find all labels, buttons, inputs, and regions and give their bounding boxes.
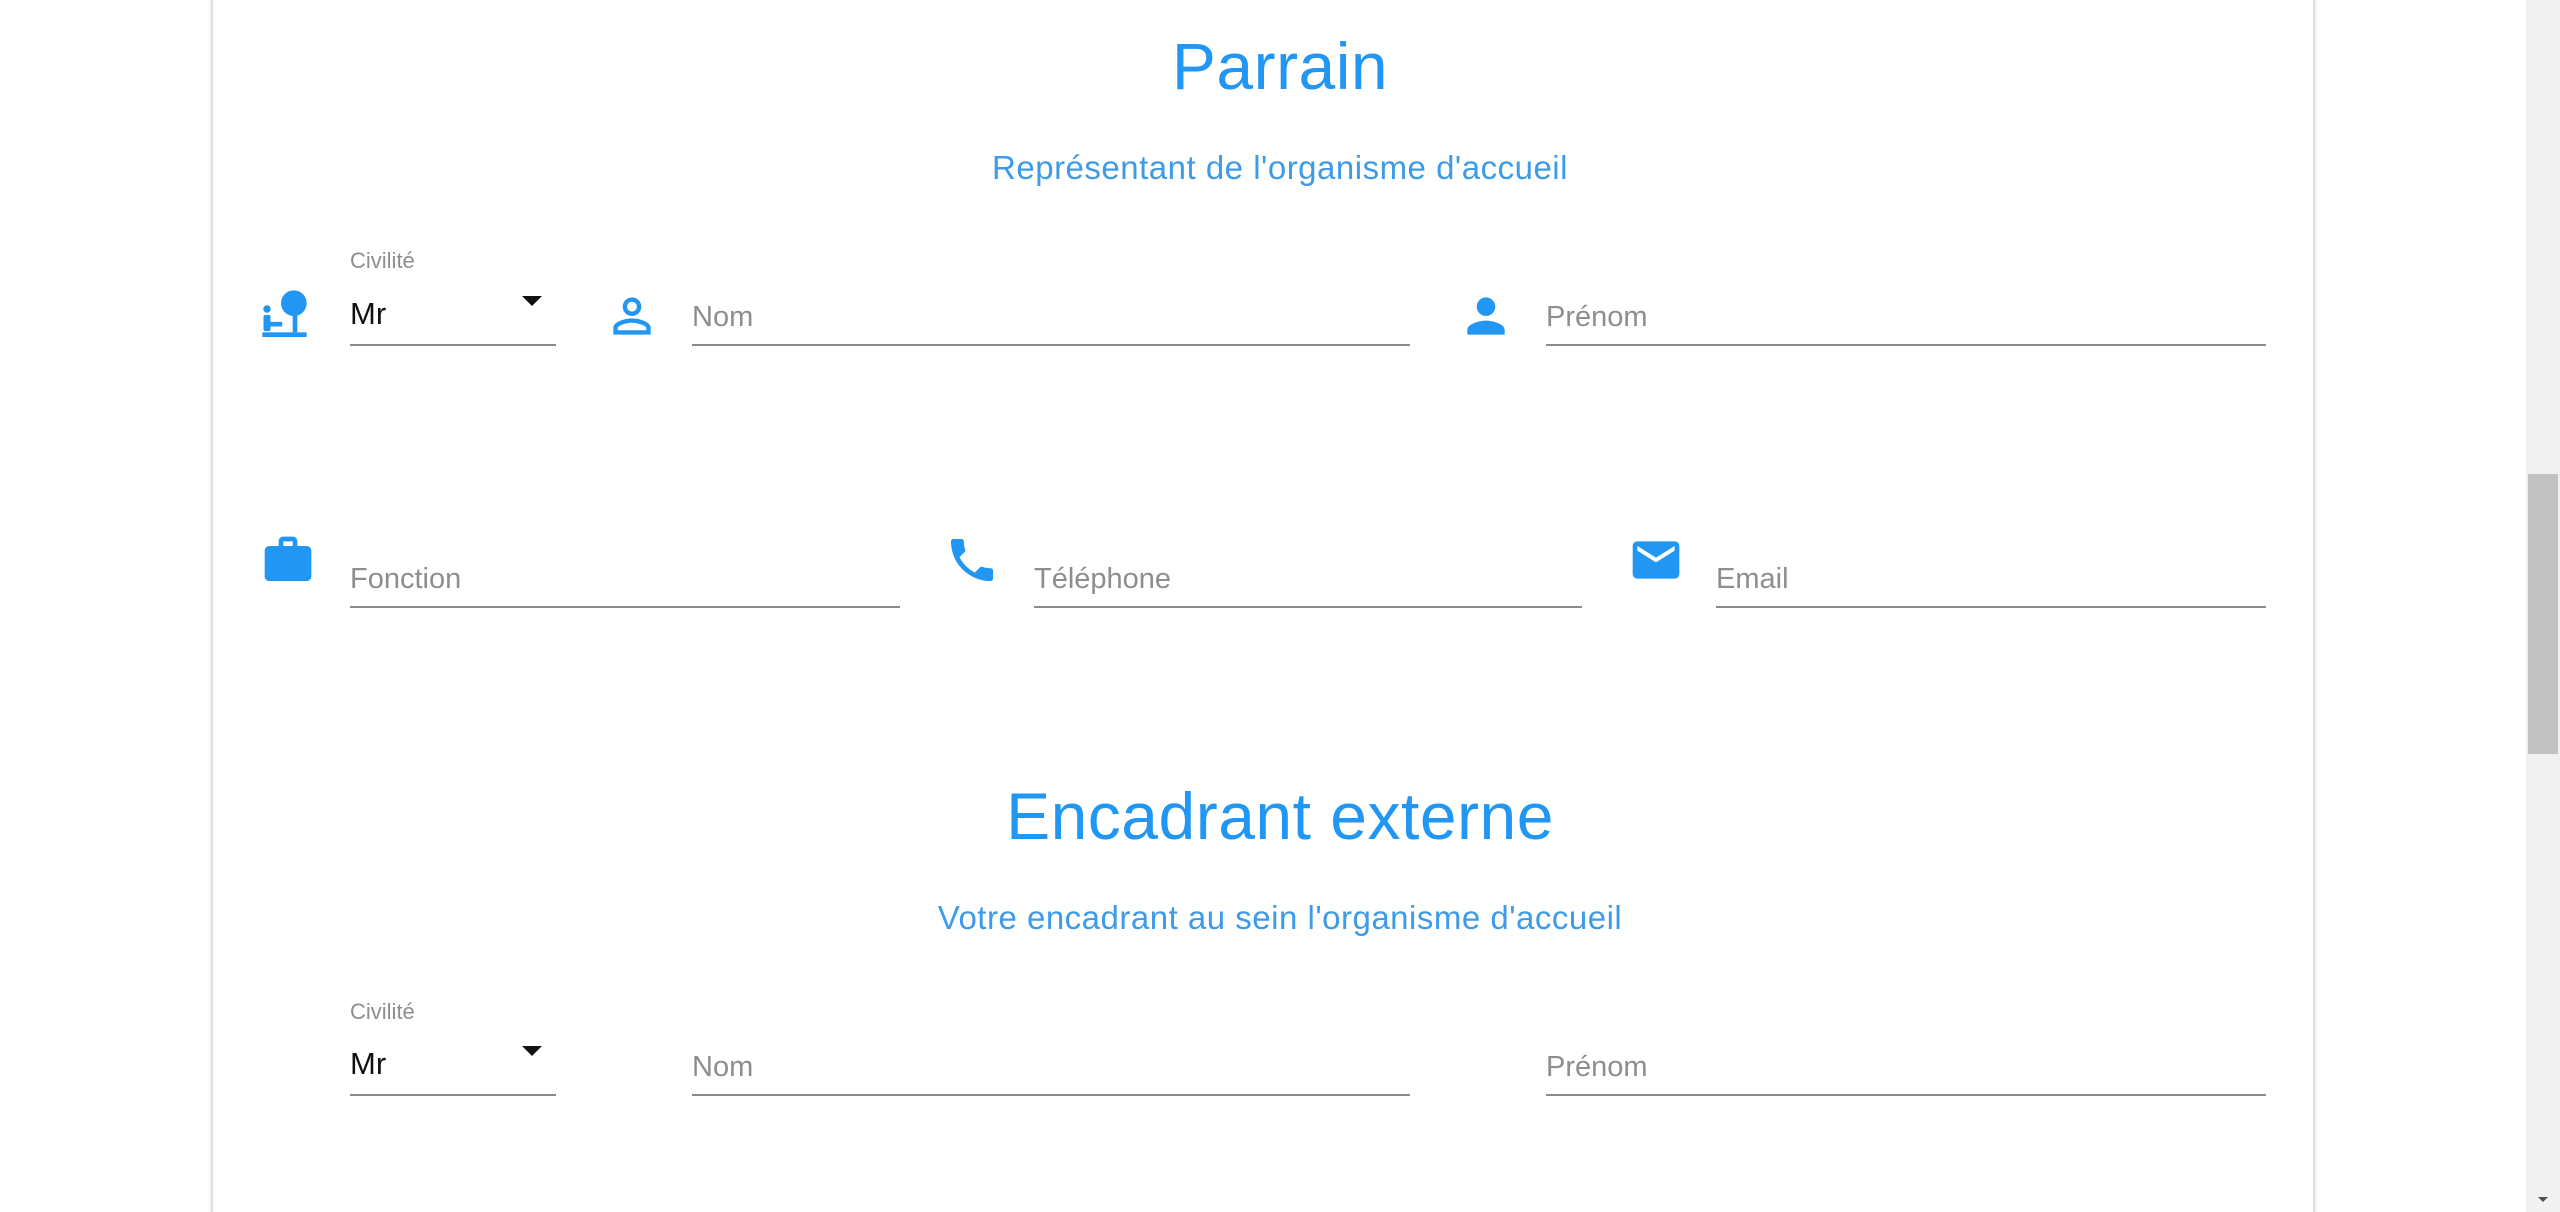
person-at-desk-icon: [260, 288, 316, 344]
parrain-civilite-label: Civilité: [350, 248, 415, 273]
envelope-icon: [1628, 532, 1684, 588]
parrain-civilite-select[interactable]: Mr: [350, 288, 556, 346]
briefcase-icon: [260, 532, 316, 588]
parrain-nom-placeholder: Nom: [692, 301, 754, 333]
encadrant-prenom-input[interactable]: Prénom: [1546, 1038, 2266, 1096]
page-viewport: Parrain Représentant de l'organisme d'ac…: [0, 0, 2560, 1212]
parrain-prenom-input[interactable]: Prénom: [1546, 288, 2266, 346]
parrain-subtitle: Représentant de l'organisme d'accueil: [992, 149, 1568, 186]
parrain-telephone-placeholder: Téléphone: [1034, 563, 1172, 595]
encadrant-nom-input[interactable]: Nom: [692, 1038, 1410, 1096]
parrain-email-input[interactable]: Email: [1716, 550, 2266, 608]
encadrant-civilite-value: Mr: [350, 1046, 387, 1081]
encadrant-nom-placeholder: Nom: [692, 1051, 754, 1083]
chevron-down-icon: [522, 296, 542, 306]
parrain-title: Parrain: [1171, 29, 1389, 103]
parrain-civilite-value: Mr: [350, 296, 387, 331]
parrain-email-placeholder: Email: [1716, 563, 1789, 595]
parrain-telephone-input[interactable]: Téléphone: [1034, 550, 1582, 608]
encadrant-civilite-label: Civilité: [350, 999, 415, 1024]
encadrant-civilite-select[interactable]: Mr: [350, 1038, 556, 1096]
parrain-fonction-placeholder: Fonction: [350, 563, 462, 595]
parrain-fonction-input[interactable]: Fonction: [350, 550, 900, 608]
parrain-nom-input[interactable]: Nom: [692, 288, 1410, 346]
person-icon: [1458, 288, 1514, 344]
encadrant-prenom-placeholder: Prénom: [1546, 1051, 1648, 1083]
parrain-prenom-placeholder: Prénom: [1546, 301, 1648, 333]
encadrant-subtitle: Votre encadrant au sein l'organisme d'ac…: [937, 899, 1623, 936]
scrollbar-thumb[interactable]: [2528, 474, 2558, 754]
scroll-down-arrow-icon[interactable]: [2526, 1190, 2560, 1210]
person-outline-icon: [604, 288, 660, 344]
phone-icon: [944, 532, 1000, 588]
vertical-scrollbar[interactable]: [2526, 0, 2560, 1212]
encadrant-title: Encadrant externe: [1006, 779, 1554, 853]
chevron-down-icon: [522, 1046, 542, 1056]
